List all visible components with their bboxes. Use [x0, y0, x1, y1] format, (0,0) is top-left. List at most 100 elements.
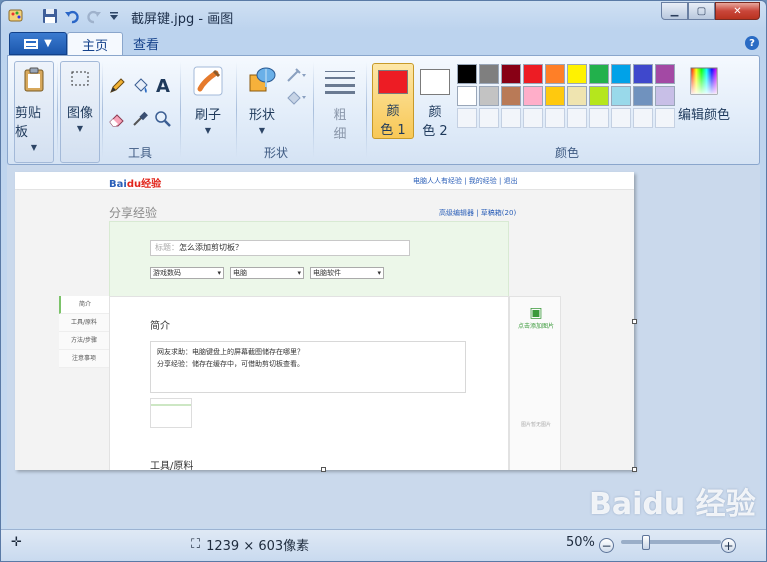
brushes-label: 刷子	[194, 108, 221, 123]
eraser-icon[interactable]	[106, 108, 128, 130]
embedded-side-item: 简介	[59, 296, 109, 314]
palette-color-swatch[interactable]	[479, 64, 499, 84]
embedded-side-nav: 简介 工具/原料 方法/步骤 注意事项	[59, 296, 109, 368]
line-width-icon	[323, 64, 357, 98]
embedded-qa-line: 网友求助：电脑键盘上的屏幕截图储存在哪里？	[157, 348, 304, 356]
palette-custom-slot[interactable]	[457, 108, 477, 128]
undo-icon[interactable]	[63, 7, 81, 25]
minimize-button[interactable]: ▁	[661, 2, 688, 20]
zoom-slider-thumb[interactable]	[642, 535, 650, 550]
palette-color-swatch[interactable]	[633, 86, 653, 106]
palette-color-swatch[interactable]	[457, 86, 477, 106]
ribbon-home: 剪贴板 ▼ 图像 ▼ A 工具 刷子 ▼ 形状 ▼ 形状 粗 细 颜 色 1 颜…	[7, 55, 760, 165]
tab-view[interactable]: 查看	[119, 32, 173, 55]
magnifier-icon[interactable]	[152, 108, 174, 130]
palette-color-swatch[interactable]	[655, 86, 675, 106]
palette-custom-slot[interactable]	[523, 108, 543, 128]
edit-colors-button[interactable]: 编辑颜色	[678, 64, 730, 123]
edit-colors-label: 编辑颜色	[678, 108, 731, 123]
help-icon[interactable]: ?	[745, 36, 759, 50]
palette-color-swatch[interactable]	[589, 86, 609, 106]
color-wheel-icon	[687, 64, 721, 98]
embedded-qa-line: 分享经验：储存在缓存中，可借助剪切板查看。	[157, 360, 304, 368]
dimensions-text: 1239 × 603像素	[206, 539, 310, 554]
chevron-down-icon: ▼	[76, 124, 84, 133]
zoom-slider-track[interactable]	[621, 540, 721, 544]
brushes-button[interactable]: 刷子 ▼	[186, 64, 230, 135]
outline-icon[interactable]	[285, 64, 307, 86]
palette-custom-slot[interactable]	[501, 108, 521, 128]
maximize-button[interactable]: ▢	[688, 2, 715, 20]
image-button[interactable]: 图像 ▼	[60, 61, 100, 163]
title-bar: 截屏键.jpg - 画图 ▁ ▢ ✕	[1, 1, 766, 31]
select-icon	[63, 62, 97, 96]
paint-menu-button[interactable]: ▼	[9, 32, 67, 55]
group-divider	[180, 62, 181, 158]
color-picker-icon[interactable]	[129, 108, 151, 130]
palette-color-swatch[interactable]	[611, 64, 631, 84]
palette-color-swatch[interactable]	[545, 86, 565, 106]
palette-color-swatch[interactable]	[457, 64, 477, 84]
palette-color-swatch[interactable]	[545, 64, 565, 84]
size-button[interactable]: 粗 细	[320, 64, 360, 142]
palette-color-swatch[interactable]	[523, 86, 543, 106]
palette-custom-slot[interactable]	[479, 108, 499, 128]
move-cursor-icon: ✛	[11, 535, 22, 550]
clipboard-button[interactable]: 剪贴板 ▼	[14, 61, 54, 163]
group-divider	[313, 62, 314, 158]
zoom-out-button[interactable]: −	[599, 538, 614, 553]
embedded-intro-heading: 简介	[150, 321, 170, 332]
palette-color-swatch[interactable]	[501, 64, 521, 84]
redo-icon[interactable]	[85, 7, 103, 25]
palette-custom-slot[interactable]	[545, 108, 565, 128]
palette-custom-slot[interactable]	[655, 108, 675, 128]
color1-label-bottom: 色 1	[380, 123, 406, 138]
resize-handle-right[interactable]	[632, 319, 637, 324]
window-title: 截屏键.jpg - 画图	[131, 12, 234, 27]
paint-window: 截屏键.jpg - 画图 ▁ ▢ ✕ ▼ 主页 查看 ? 剪贴板 ▼ 图像 ▼ …	[0, 0, 767, 562]
group-divider	[57, 62, 58, 158]
save-icon[interactable]	[41, 7, 59, 25]
canvas-area[interactable]: Baidu经验 电脑人人有经验 | 我的经验 | 退出 分享经验 高级编辑器 |…	[7, 165, 760, 528]
color-palette	[457, 64, 675, 128]
image-label: 图像	[66, 106, 93, 121]
cursor-position: ✛	[11, 535, 22, 550]
chevron-down-icon: ▼	[44, 38, 52, 49]
embedded-form: 标题：怎么添加剪切板？ 游戏数码 电脑 电脑软件	[109, 221, 509, 297]
close-button[interactable]: ✕	[715, 2, 760, 20]
color2-label-top: 颜	[428, 105, 442, 120]
palette-color-swatch[interactable]	[501, 86, 521, 106]
fill-bucket-icon[interactable]	[129, 75, 151, 97]
shape-fill-icon[interactable]	[285, 86, 307, 108]
palette-color-swatch[interactable]	[567, 64, 587, 84]
color2-button[interactable]: 颜 色 2	[414, 63, 456, 139]
canvas-image[interactable]: Baidu经验 电脑人人有经验 | 我的经验 | 退出 分享经验 高级编辑器 |…	[15, 172, 634, 470]
palette-color-swatch[interactable]	[655, 64, 675, 84]
palette-color-swatch[interactable]	[479, 86, 499, 106]
palette-color-swatch[interactable]	[589, 64, 609, 84]
embedded-screenshot: Baidu经验 电脑人人有经验 | 我的经验 | 退出 分享经验 高级编辑器 |…	[15, 172, 634, 470]
palette-color-swatch[interactable]	[611, 86, 631, 106]
palette-custom-slot[interactable]	[567, 108, 587, 128]
paint-app-icon[interactable]	[7, 7, 25, 25]
group-divider	[102, 62, 103, 158]
palette-custom-slot[interactable]	[589, 108, 609, 128]
palette-color-swatch[interactable]	[567, 86, 587, 106]
embedded-top-links: 电脑人人有经验 | 我的经验 | 退出	[413, 177, 518, 185]
palette-color-swatch[interactable]	[633, 64, 653, 84]
tab-home[interactable]: 主页	[67, 32, 124, 56]
resize-handle-corner[interactable]	[632, 467, 637, 472]
group-divider	[236, 62, 237, 158]
text-tool-icon[interactable]: A	[152, 75, 174, 97]
group-divider	[366, 62, 367, 158]
shapes-button[interactable]: 形状 ▼	[240, 64, 284, 135]
customize-toolbar-icon[interactable]	[105, 7, 123, 25]
palette-custom-slot[interactable]	[611, 108, 631, 128]
resize-handle-bottom[interactable]	[321, 467, 326, 472]
pencil-icon[interactable]	[106, 75, 128, 97]
palette-custom-slot[interactable]	[633, 108, 653, 128]
zoom-in-button[interactable]: +	[721, 538, 736, 553]
palette-color-swatch[interactable]	[523, 64, 543, 84]
embedded-right-links: 高级编辑器 | 草稿箱(20)	[439, 209, 517, 217]
color1-button[interactable]: 颜 色 1	[372, 63, 414, 139]
